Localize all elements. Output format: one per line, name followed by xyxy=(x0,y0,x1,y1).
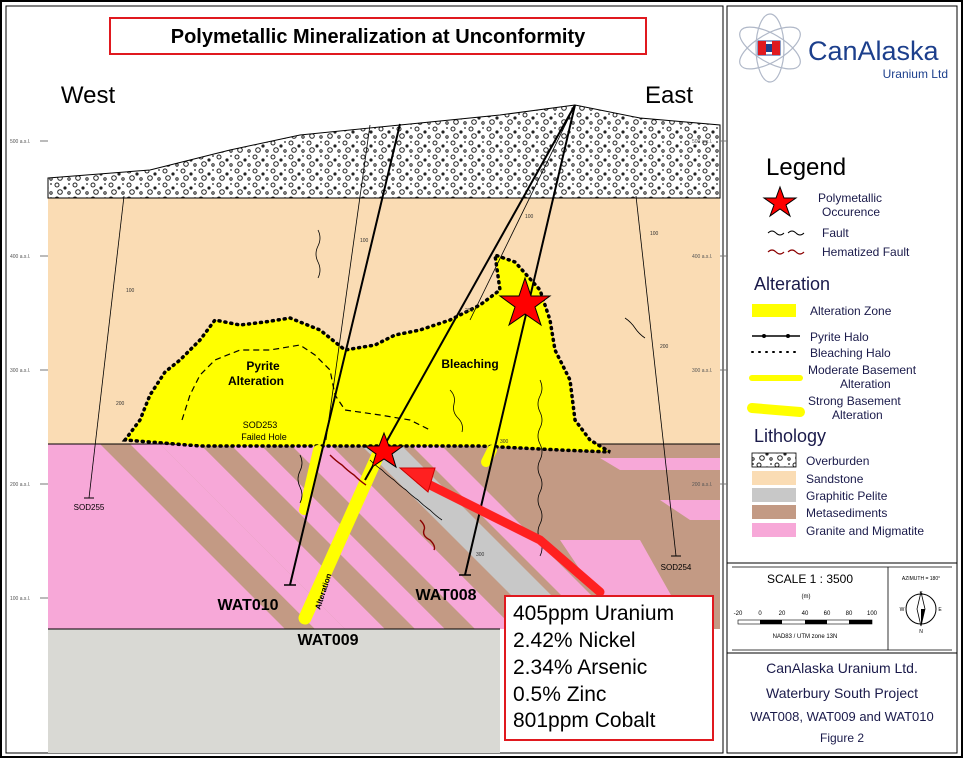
legend-symbols: Polymetallic Occurence Fault Hematized F… xyxy=(747,185,924,538)
overburden-layer xyxy=(47,104,721,199)
svg-text:N: N xyxy=(919,629,923,635)
elevation-label: 500 a.s.l. xyxy=(692,139,712,145)
sod254-label: SOD254 xyxy=(661,563,692,572)
svg-text:100: 100 xyxy=(650,231,659,237)
scale-unit: (m) xyxy=(802,594,811,600)
svg-text:0: 0 xyxy=(758,611,762,617)
strong-alteration-icon xyxy=(747,403,805,417)
hematized-fault-icon xyxy=(767,249,805,255)
elevation-label: 200 a.s.l. xyxy=(10,482,30,488)
elevation-label: 400 a.s.l. xyxy=(692,254,712,260)
svg-text:100: 100 xyxy=(525,214,534,220)
west-label: West xyxy=(61,82,116,109)
elevation-label: 400 a.s.l. xyxy=(10,254,30,260)
svg-text:Bleaching Halo: Bleaching Halo xyxy=(810,346,891,360)
svg-text:Polymetallic: Polymetallic xyxy=(818,191,882,205)
logo-sub: Uranium Ltd xyxy=(883,67,948,81)
svg-text:80: 80 xyxy=(846,611,853,617)
sod253-label: Failed Hole xyxy=(241,432,287,442)
svg-text:Lithology: Lithology xyxy=(754,426,826,446)
elevation-label: 200 a.s.l. xyxy=(692,482,712,488)
svg-text:Metasediments: Metasediments xyxy=(806,506,887,520)
svg-text:Granite and Migmatite: Granite and Migmatite xyxy=(806,524,924,538)
assay-zinc: 0.5% Zinc xyxy=(513,683,606,706)
svg-text:40: 40 xyxy=(802,611,809,617)
svg-text:Alteration: Alteration xyxy=(840,377,891,391)
svg-text:Pyrite Halo: Pyrite Halo xyxy=(810,330,869,344)
datum-label: NAD83 / UTM zone 13N xyxy=(773,634,838,640)
granite-swatch xyxy=(752,523,796,537)
page-title: Polymetallic Mineralization at Unconform… xyxy=(171,26,586,48)
svg-text:60: 60 xyxy=(824,611,831,617)
assay-arsenic: 2.34% Arsenic xyxy=(513,656,647,679)
footer-project: Waterbury South Project xyxy=(766,685,918,701)
assay-cobalt: 801ppm Cobalt xyxy=(513,709,656,732)
svg-text:20: 20 xyxy=(779,611,786,617)
svg-text:300: 300 xyxy=(476,552,485,558)
svg-text:200: 200 xyxy=(465,308,474,314)
elevation-label: 300 a.s.l. xyxy=(692,368,712,374)
svg-text:W: W xyxy=(900,607,905,613)
scale-bar: -20 0 20 40 60 80 100 xyxy=(734,611,878,625)
assay-uranium: 405ppm Uranium xyxy=(513,602,674,625)
pelite-swatch xyxy=(752,488,796,502)
wat010-label: WAT010 xyxy=(217,597,278,614)
logo-name: CanAlaska xyxy=(808,36,940,66)
company-logo: CanAlaska Uranium Ltd xyxy=(739,13,948,83)
fault-icon xyxy=(767,230,805,236)
overburden-swatch xyxy=(751,452,797,468)
lower-basement xyxy=(48,629,500,753)
svg-text:100: 100 xyxy=(126,288,135,294)
east-label: East xyxy=(645,82,693,109)
footer-company: CanAlaska Uranium Ltd. xyxy=(766,660,918,676)
sod255-label: SOD255 xyxy=(74,503,105,512)
svg-text:Alteration: Alteration xyxy=(754,274,830,294)
svg-text:200: 200 xyxy=(116,401,125,407)
elevation-label: 500 a.s.l. xyxy=(10,139,30,145)
alteration-zone-swatch xyxy=(752,304,796,317)
footer-figure: Figure 2 xyxy=(820,731,864,745)
wat009-label: WAT009 xyxy=(297,632,358,649)
elevation-label: 300 a.s.l. xyxy=(10,368,30,374)
svg-text:AZIMUTH = 180°: AZIMUTH = 180° xyxy=(902,576,940,582)
footer-holes: WAT008, WAT009 and WAT010 xyxy=(750,709,934,724)
pyrite-label: Alteration xyxy=(228,374,284,388)
pyrite-label: Pyrite xyxy=(246,359,280,373)
compass: AZIMUTH = 180° S N W E xyxy=(900,576,943,635)
svg-text:100: 100 xyxy=(867,611,878,617)
svg-text:Graphitic Pelite: Graphitic Pelite xyxy=(806,489,888,503)
svg-text:-20: -20 xyxy=(734,611,743,617)
bleaching-label: Bleaching xyxy=(441,357,498,371)
svg-text:Fault: Fault xyxy=(822,226,849,240)
svg-text:Alteration: Alteration xyxy=(832,408,883,422)
assay-nickel: 2.42% Nickel xyxy=(513,629,636,652)
star-icon xyxy=(762,185,798,218)
svg-text:Moderate Basement: Moderate Basement xyxy=(808,363,917,377)
wat008-label: WAT008 xyxy=(415,587,476,604)
svg-text:Overburden: Overburden xyxy=(806,454,869,468)
svg-text:200: 200 xyxy=(660,344,669,350)
svg-text:E: E xyxy=(938,607,942,613)
scale-label: SCALE 1 : 3500 xyxy=(767,572,853,586)
svg-text:Hematized Fault: Hematized Fault xyxy=(822,245,910,259)
elevation-label: 100 a.s.l. xyxy=(10,596,30,602)
svg-text:100: 100 xyxy=(360,238,369,244)
svg-text:Occurence: Occurence xyxy=(822,205,880,219)
svg-text:Alteration Zone: Alteration Zone xyxy=(810,304,892,318)
sandstone-swatch xyxy=(752,471,796,485)
svg-text:300: 300 xyxy=(500,439,509,445)
svg-text:Strong Basement: Strong Basement xyxy=(808,394,901,408)
legend-title: Legend xyxy=(766,154,846,181)
sod253-label: SOD253 xyxy=(243,420,278,430)
metasediments-swatch xyxy=(752,505,796,519)
svg-text:Sandstone: Sandstone xyxy=(806,472,864,486)
